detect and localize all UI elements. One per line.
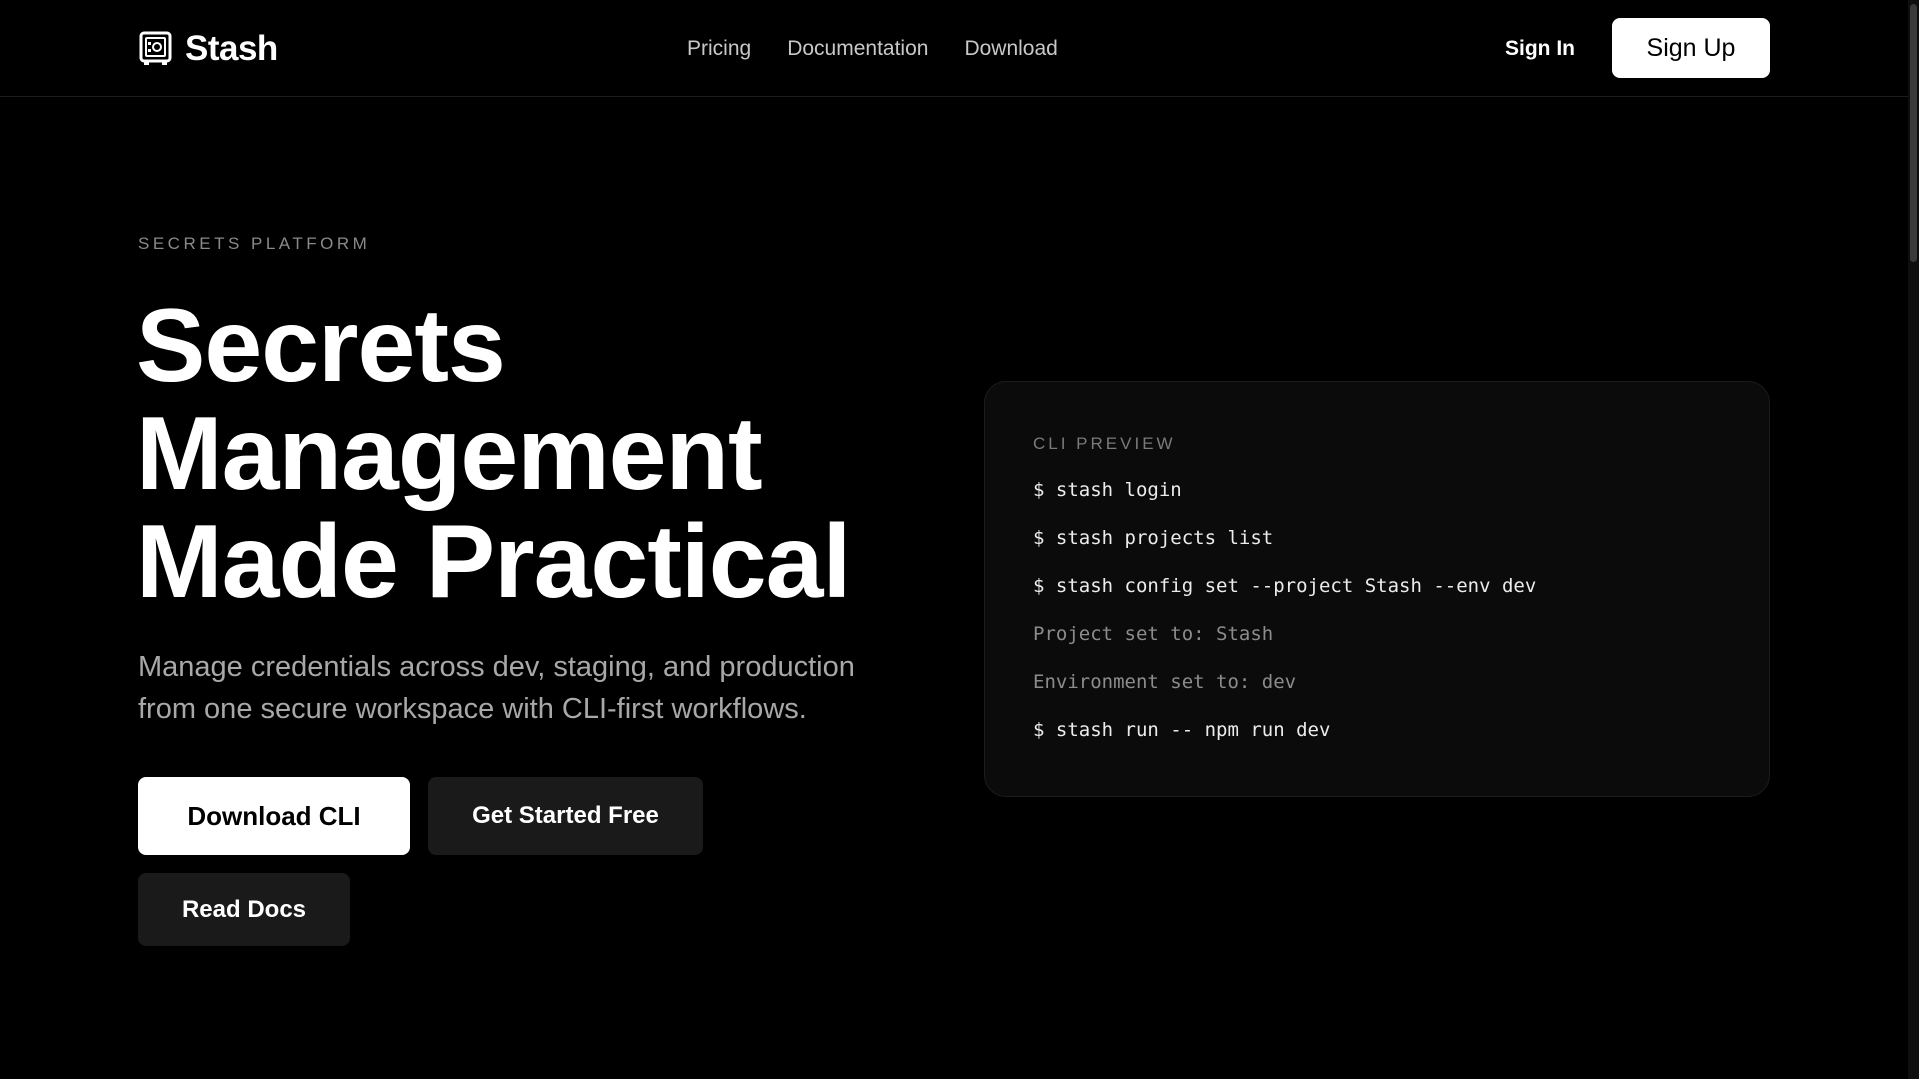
hero-eyebrow: SECRETS PLATFORM [138, 234, 371, 253]
sign-in-link[interactable]: Sign In [1505, 37, 1575, 61]
hero-headline: Secrets Management Made Practical [136, 292, 936, 616]
cli-preview-title: CLI PREVIEW [1033, 434, 1176, 453]
nav-download[interactable]: Download [964, 37, 1057, 61]
nav-documentation[interactable]: Documentation [787, 37, 928, 61]
headline-line-3: Made Practical [136, 504, 851, 620]
cli-line: $ stash projects list [1033, 527, 1274, 549]
nav-pricing[interactable]: Pricing [687, 37, 751, 61]
landing-page: Stash Pricing Documentation Download Sig… [0, 0, 1919, 1079]
hero-subheadline: Manage credentials across dev, staging, … [138, 651, 855, 725]
headline-line-1: Secrets [136, 288, 506, 404]
cli-line: $ stash config set --project Stash --env… [1033, 575, 1537, 597]
download-cli-button[interactable]: Download CLI [138, 777, 410, 855]
cli-lines: $ stash login $ stash projects list $ st… [1033, 478, 1536, 766]
sign-up-button[interactable]: Sign Up [1612, 18, 1770, 78]
get-started-button[interactable]: Get Started Free [428, 777, 703, 855]
cli-line: $ stash run -- npm run dev [1033, 719, 1331, 741]
cli-output-line: Environment set to: dev [1033, 671, 1297, 693]
cli-output-line: Project set to: Stash [1033, 623, 1274, 645]
safe-icon [139, 31, 172, 65]
cli-preview-card: CLI PREVIEW $ stash login $ stash projec… [984, 381, 1770, 797]
page-scrollbar[interactable] [1908, 0, 1919, 1079]
brand-logo[interactable]: Stash [139, 29, 278, 69]
top-header: Stash Pricing Documentation Download Sig… [0, 0, 1908, 97]
cli-line: $ stash login [1033, 479, 1182, 501]
read-docs-button[interactable]: Read Docs [138, 873, 350, 946]
main-nav: Pricing Documentation Download [687, 37, 1058, 61]
brand-name: Stash [185, 29, 278, 68]
scrollbar-thumb[interactable] [1910, 4, 1917, 262]
headline-line-2: Management [136, 396, 763, 512]
